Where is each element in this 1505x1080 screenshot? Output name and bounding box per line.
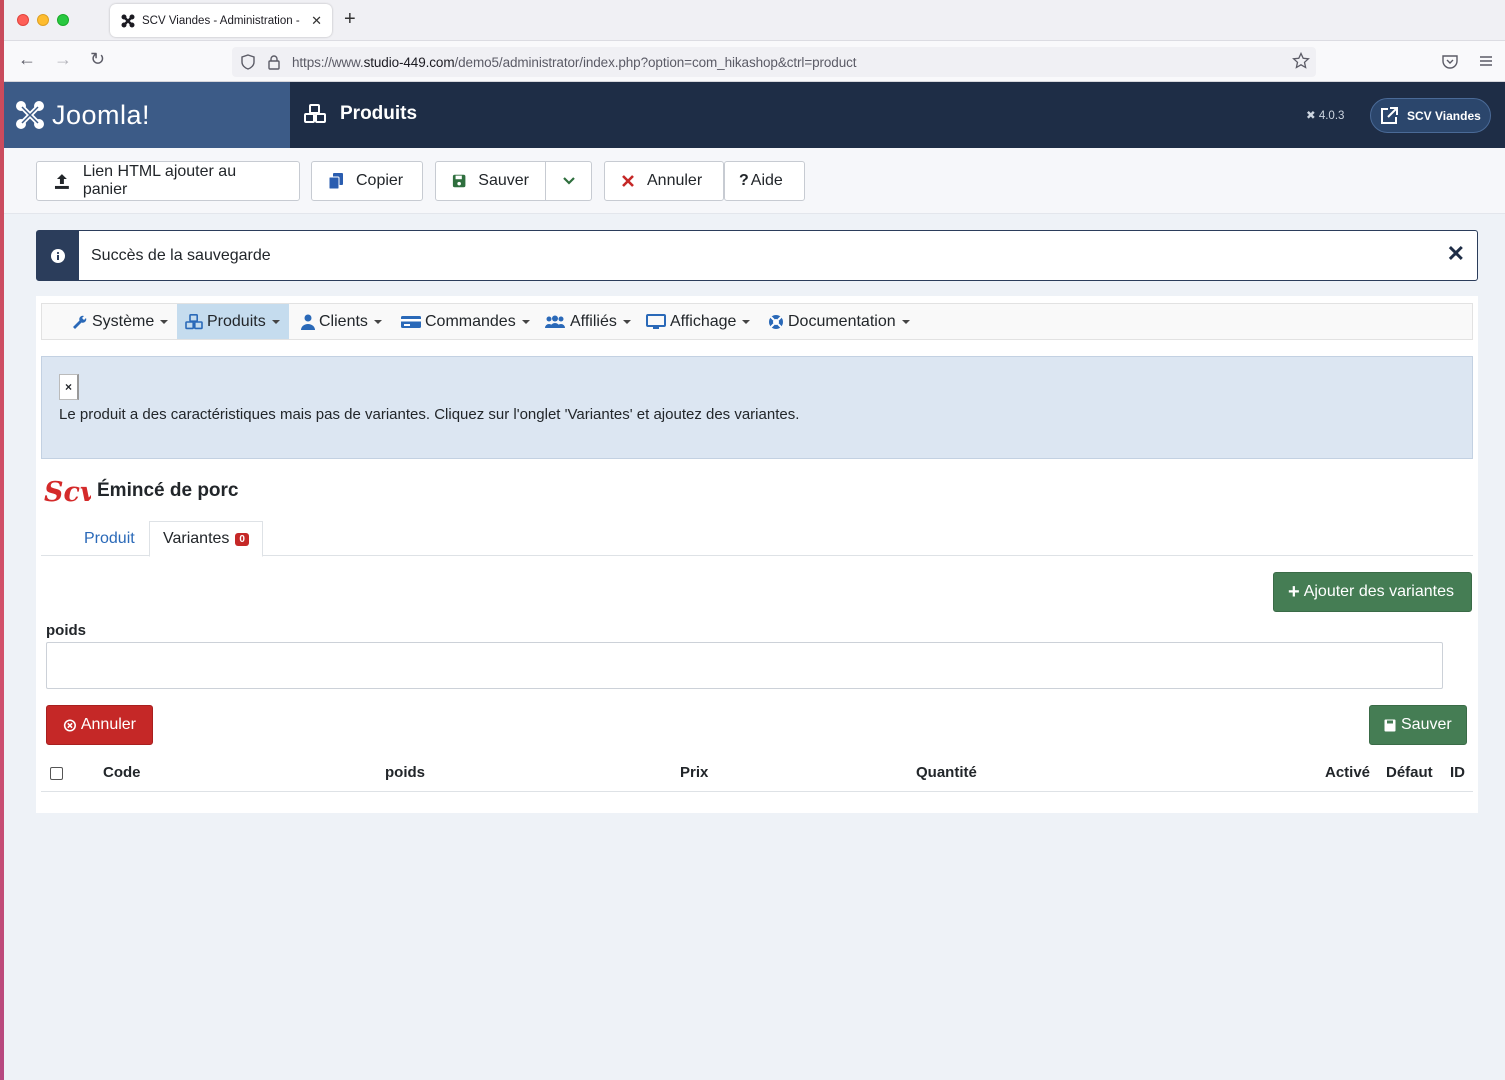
col-price[interactable]: Prix <box>680 764 708 781</box>
save-dropdown-toggle[interactable] <box>545 161 592 201</box>
users-cog-icon <box>545 315 565 328</box>
browser-window: SCV Viandes - Administration - ✕ + ← → ↻… <box>4 0 1505 1080</box>
action-toolbar: Lien HTML ajouter au panier Copier Sauve… <box>4 148 1505 214</box>
cubes-icon <box>185 313 203 329</box>
weight-field-input[interactable] <box>46 642 1443 689</box>
info-icon <box>51 248 65 263</box>
close-icon <box>622 175 634 187</box>
close-window-button[interactable] <box>17 14 29 26</box>
variants-table-header: Code poids Prix Quantité Activé Défaut I… <box>41 758 1473 792</box>
page-title: Produits <box>340 103 418 124</box>
add-variants-button[interactable]: + Ajouter des variantes <box>1273 572 1472 612</box>
cancel-button[interactable]: Annuler <box>604 161 724 201</box>
copy-button[interactable]: Copier <box>311 161 423 201</box>
variants-count-badge: 0 <box>235 532 249 546</box>
joomla-small-icon: ✖ <box>1306 110 1316 122</box>
shield-icon <box>241 54 255 70</box>
browser-navbar: ← → ↻ https://www.studio-449.com/demo5/a… <box>4 41 1505 82</box>
cancel-variants-button[interactable]: Annuler <box>46 705 153 745</box>
url-text: https://www.studio-449.com/demo5/adminis… <box>292 54 857 70</box>
floppy-icon <box>1384 719 1396 731</box>
reload-icon[interactable]: ↻ <box>90 49 105 70</box>
credit-card-icon <box>401 315 421 328</box>
system-message: Succès de la sauvegarde ✕ <box>36 230 1478 281</box>
back-arrow-icon[interactable]: ← <box>18 49 36 70</box>
menu-clients[interactable]: Clients <box>293 304 390 339</box>
hikashop-menu: Système Produits Clients Commandes Affil… <box>41 303 1473 340</box>
maximize-window-button[interactable] <box>57 14 69 26</box>
site-label: SCV Viandes <box>1407 108 1481 123</box>
weight-field-label: poids <box>46 622 86 639</box>
menu-orders[interactable]: Commandes <box>393 304 538 339</box>
scv-logo: Scv <box>44 477 91 506</box>
upload-icon <box>54 174 69 189</box>
joomla-header: Joomla! Produits ✖ 4.0.3 SCV Viandes <box>4 82 1505 148</box>
svg-text:Scv: Scv <box>44 477 91 506</box>
menu-display[interactable]: Affichage <box>638 304 758 339</box>
menu-documentation[interactable]: Documentation <box>760 304 918 339</box>
new-tab-icon[interactable]: + <box>344 8 356 31</box>
chevron-down-icon <box>562 177 575 185</box>
tab-product[interactable]: Produit <box>71 521 148 556</box>
html-link-button[interactable]: Lien HTML ajouter au panier <box>36 161 300 201</box>
info-icon-cell <box>37 231 79 280</box>
save-variants-button[interactable]: Sauver <box>1369 705 1467 745</box>
product-title: Scv Émincé de porc <box>43 476 239 506</box>
question-icon: ? <box>739 172 749 189</box>
external-link-icon <box>1381 106 1398 124</box>
menu-affiliates[interactable]: Affiliés <box>536 304 639 339</box>
pocket-icon[interactable] <box>1441 52 1459 70</box>
copy-icon <box>328 173 343 190</box>
content-panel: Système Produits Clients Commandes Affil… <box>36 296 1478 813</box>
monitor-icon <box>646 313 666 329</box>
message-text: Succès de la sauvegarde <box>91 246 271 264</box>
col-default[interactable]: Défaut <box>1386 764 1433 781</box>
page-heading: Produits <box>304 103 417 125</box>
forward-arrow-icon[interactable]: → <box>54 49 72 70</box>
browser-tabstrip: SCV Viandes - Administration - ✕ + <box>4 0 1505 41</box>
cubes-icon <box>304 104 326 123</box>
joomla-version: ✖ 4.0.3 <box>1306 110 1345 122</box>
plus-icon: + <box>1288 580 1300 603</box>
joomla-logo-icon <box>16 101 44 129</box>
product-name: Émincé de porc <box>97 480 239 501</box>
tab-close-icon[interactable]: ✕ <box>311 13 322 29</box>
col-quantity[interactable]: Quantité <box>916 764 977 781</box>
floppy-icon <box>452 174 466 188</box>
col-id[interactable]: ID <box>1450 764 1465 781</box>
joomla-logo[interactable]: Joomla! <box>4 82 290 148</box>
joomla-logo-text: Joomla! <box>52 99 151 130</box>
col-weight[interactable]: poids <box>385 764 425 781</box>
tab-variants[interactable]: Variantes 0 <box>149 521 263 557</box>
menu-products[interactable]: Produits <box>177 304 289 339</box>
notice-alert: × Le produit a des caractéristiques mais… <box>41 356 1473 459</box>
joomla-favicon-icon <box>121 14 135 27</box>
wrench-icon <box>73 315 87 329</box>
site-link-button[interactable]: SCV Viandes <box>1370 98 1491 133</box>
product-tabs: Produit Variantes 0 <box>41 521 1473 557</box>
tab-title: SCV Viandes - Administration - <box>142 14 300 27</box>
menu-system[interactable]: Système <box>64 304 176 339</box>
url-bar[interactable]: https://www.studio-449.com/demo5/adminis… <box>232 47 1316 77</box>
message-close-icon[interactable]: ✕ <box>1447 241 1465 267</box>
user-icon <box>301 314 315 330</box>
circle-close-icon <box>63 718 76 732</box>
lifebuoy-icon <box>769 314 783 329</box>
minimize-window-button[interactable] <box>37 14 49 26</box>
select-all-checkbox[interactable] <box>50 767 63 780</box>
browser-tab[interactable]: SCV Viandes - Administration - ✕ <box>110 4 332 37</box>
lock-icon <box>268 55 280 70</box>
hamburger-menu-icon[interactable] <box>1477 52 1495 70</box>
notice-text: Le produit a des caractéristiques mais p… <box>59 406 800 423</box>
help-button[interactable]: ? Aide <box>724 161 805 201</box>
bookmark-star-icon[interactable] <box>1292 52 1310 70</box>
col-active[interactable]: Activé <box>1325 764 1370 781</box>
notice-close-button[interactable]: × <box>59 374 79 400</box>
save-button[interactable]: Sauver <box>435 161 546 201</box>
col-code[interactable]: Code <box>103 764 141 781</box>
